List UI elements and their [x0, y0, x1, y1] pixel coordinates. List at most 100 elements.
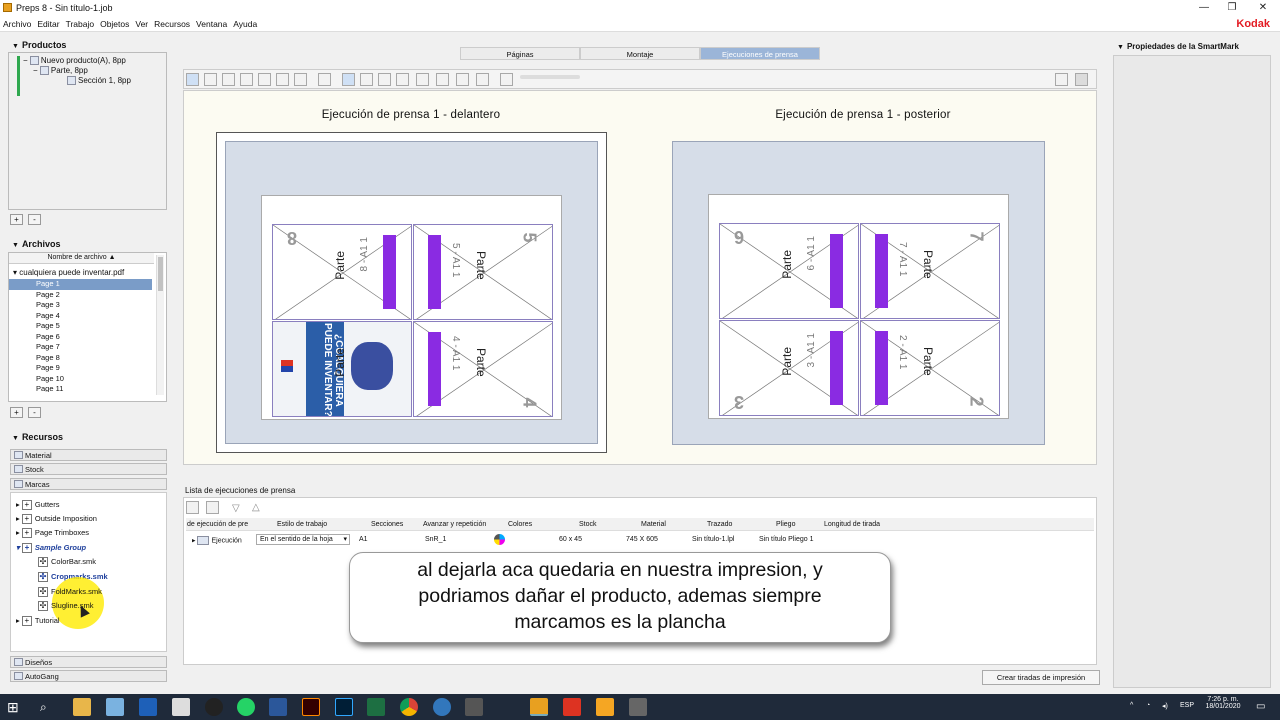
search-icon[interactable]: ⌕ — [40, 698, 58, 716]
marca-tutorial[interactable]: ▸ + Tutorial — [16, 616, 60, 627]
crosshair-tool-icon[interactable] — [396, 73, 409, 86]
page-6[interactable]: 6 Parte 6 - A1 1 — [719, 223, 859, 319]
clock[interactable]: 7:26 p. m. 18/01/2020 — [1203, 696, 1243, 710]
network-icon[interactable]: ◔ — [1146, 702, 1150, 709]
page-item[interactable]: Page 3 — [9, 300, 152, 311]
xbox-icon[interactable] — [205, 698, 223, 716]
copy-tool-icon[interactable] — [456, 73, 469, 86]
zoom-tool-icon[interactable] — [276, 73, 289, 86]
photoshop-icon[interactable] — [335, 698, 353, 716]
layout-tool-icon[interactable] — [294, 73, 307, 86]
notifications-icon[interactable]: ▭ — [1256, 701, 1265, 712]
language-indicator[interactable]: ESP — [1180, 702, 1194, 709]
chrome-icon[interactable] — [400, 698, 418, 716]
marca-gutters[interactable]: ▸ + Gutters — [16, 500, 59, 511]
pdf-file[interactable]: ▾ cualquiera puede inventar.pdf — [13, 268, 124, 277]
minimize-button[interactable]: — — [1193, 1, 1215, 15]
create-runs-button[interactable]: Crear tiradas de impresión — [982, 670, 1100, 685]
grid-view-icon[interactable] — [1075, 73, 1088, 86]
remove-product-button[interactable]: - — [28, 214, 41, 225]
resource-material[interactable]: Material — [10, 449, 167, 461]
col-colors[interactable]: Colores — [508, 521, 532, 528]
menu-ventana[interactable]: Ventana — [193, 16, 230, 32]
move-up-icon[interactable]: △ — [252, 502, 260, 513]
tab-paginas[interactable]: Páginas — [460, 47, 580, 60]
page-4[interactable]: 4 - A1 1 Parte 4 — [413, 321, 553, 417]
mark-tool-icon[interactable] — [500, 73, 513, 86]
col-material[interactable]: Material — [641, 521, 666, 528]
menu-editar[interactable]: Editar — [34, 16, 62, 32]
calculator-icon[interactable] — [172, 698, 190, 716]
align-tool-icon[interactable] — [360, 73, 373, 86]
tree-part[interactable]: − Parte, 8pp — [33, 66, 88, 76]
work-style-select[interactable]: En el sentido de la hoja ▾ — [256, 534, 350, 545]
menu-archivo[interactable]: Archivo — [0, 16, 34, 32]
back-plate[interactable]: 6 Parte 6 - A1 1 7 - A1 1 Parte 7 3 Part… — [672, 141, 1045, 445]
page-item[interactable]: Page 2 — [9, 290, 152, 301]
illustrator-icon[interactable] — [302, 698, 320, 716]
hand-tool-icon[interactable] — [258, 73, 271, 86]
page-2[interactable]: 2 - A1 1 Parte 2 — [860, 320, 1000, 416]
col-stock[interactable]: Stock — [579, 521, 597, 528]
page-7[interactable]: 7 - A1 1 Parte 7 — [860, 223, 1000, 319]
tab-montaje[interactable]: Montaje — [580, 47, 700, 60]
marca-foldmarks[interactable]: ✣ FoldMarks.smk — [38, 587, 102, 598]
resource-disenos[interactable]: Diseños — [10, 656, 167, 668]
col-work-style[interactable]: Estilo de trabajo — [277, 521, 327, 528]
maximize-button[interactable]: ❐ — [1221, 1, 1243, 15]
files-scroll-thumb[interactable] — [158, 257, 163, 291]
page-1[interactable]: ¿CUALQUIERA PUEDE INVENTAR? Parte — [272, 321, 412, 417]
page-3[interactable]: 3 Parte 3 - A1 1 — [719, 320, 859, 416]
volume-icon[interactable]: ◂) — [1162, 702, 1168, 710]
gutter-tool-icon[interactable] — [378, 73, 391, 86]
resource-stock[interactable]: Stock — [10, 463, 167, 475]
menu-ayuda[interactable]: Ayuda — [230, 16, 260, 32]
word-icon[interactable] — [269, 698, 287, 716]
word-alt-icon[interactable] — [139, 698, 157, 716]
expand-icon[interactable]: + — [21, 500, 32, 511]
col-pliego[interactable]: Pliego — [776, 521, 795, 528]
view-tool-icon[interactable] — [342, 73, 355, 86]
marca-outside-imposition[interactable]: ▸ + Outside Imposition — [16, 514, 97, 525]
resource-marcas[interactable]: Marcas — [10, 478, 167, 490]
page-item[interactable]: Page 4 — [9, 311, 152, 322]
expand-icon[interactable]: + — [21, 616, 32, 627]
run-row-expander[interactable]: ▸ Ejecución — [192, 536, 242, 545]
page-item[interactable]: Page 8 — [9, 353, 152, 364]
move-down-icon[interactable]: ▽ — [232, 503, 240, 514]
subselect-tool-icon[interactable] — [204, 73, 217, 86]
select-tool-icon[interactable] — [186, 73, 199, 86]
col-run-name[interactable]: de ejecución de pre — [187, 521, 248, 528]
page-item[interactable]: Page 5 — [9, 321, 152, 332]
tree-product[interactable]: − Nuevo producto(A), 8pp — [23, 56, 126, 66]
page-5[interactable]: 5 - A1 1 Parte 5 — [413, 224, 553, 320]
page-item[interactable]: Page 9 — [9, 363, 152, 374]
close-button[interactable]: ✕ — [1252, 1, 1274, 15]
delete-run-icon[interactable] — [206, 501, 219, 514]
marca-sample-group[interactable]: ▾ + Sample Group — [16, 543, 86, 554]
front-sheet[interactable]: 8 Parte 8 - A1 1 5 - A1 1 Parte 5 ¿CUALQ… — [216, 132, 607, 453]
grid-tool-icon[interactable] — [318, 73, 331, 86]
acrobat-icon[interactable] — [563, 698, 581, 716]
excel-icon[interactable] — [367, 698, 385, 716]
stack-tool-icon[interactable] — [476, 73, 489, 86]
tray-chevron-icon[interactable]: ^ — [1130, 702, 1133, 709]
remove-file-button[interactable]: - — [28, 407, 41, 418]
file-column-header[interactable]: Nombre de archivo ▲ — [9, 253, 154, 264]
rotate-tool-icon[interactable] — [436, 73, 449, 86]
page-8[interactable]: 8 Parte 8 - A1 1 — [272, 224, 412, 320]
menu-recursos[interactable]: Recursos — [151, 16, 193, 32]
archivos-header[interactable]: ▼ Archivos — [12, 239, 60, 249]
page-item[interactable]: Page 10 — [9, 374, 152, 385]
col-sections[interactable]: Secciones — [371, 521, 403, 528]
windows-start-icon[interactable]: ⊞ — [7, 698, 25, 716]
resource-autogang[interactable]: AutoGang — [10, 670, 167, 682]
browser-icon[interactable] — [433, 698, 451, 716]
page-item[interactable]: Page 6 — [9, 332, 152, 343]
expand-icon[interactable]: + — [21, 514, 32, 525]
split-tool-icon[interactable] — [416, 73, 429, 86]
notepad-icon[interactable] — [106, 698, 124, 716]
preps-taskbar-icon[interactable] — [530, 698, 548, 716]
col-step-repeat[interactable]: Avanzar y repetición — [423, 521, 486, 528]
zoom-slider[interactable] — [520, 75, 580, 79]
